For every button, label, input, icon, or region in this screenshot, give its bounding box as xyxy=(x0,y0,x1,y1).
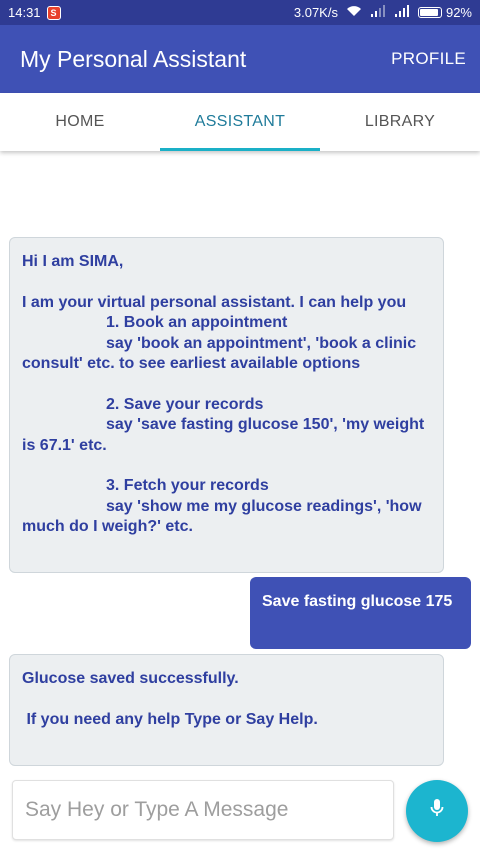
reply-line-1: Glucose saved successfully. xyxy=(22,670,239,687)
greeting-text: Hi I am SIMA, xyxy=(22,253,124,270)
mic-button[interactable] xyxy=(406,780,468,842)
option-3-line-2: much do I weigh?' etc. xyxy=(22,518,193,536)
option-1-line-1: say 'book an appointment', 'book a clini… xyxy=(106,334,417,352)
battery-fill xyxy=(419,9,439,16)
battery-icon xyxy=(417,7,442,18)
notification-app-icon: S xyxy=(46,5,61,20)
composer xyxy=(0,778,480,853)
battery-indicator: 92% xyxy=(417,5,472,20)
tab-bar: HOME ASSISTANT LIBRARY xyxy=(0,93,480,151)
option-2-title: 2. Save your records xyxy=(106,395,264,413)
intro-text: I am your virtual personal assistant. I … xyxy=(22,293,407,311)
assistant-reply-message: Glucose saved successfully. If you need … xyxy=(9,654,444,766)
option-1-title: 1. Book an appointment xyxy=(106,314,288,332)
option-2-line-1: say 'save fasting glucose 150', 'my weig… xyxy=(106,416,425,434)
mic-icon xyxy=(429,798,445,825)
tab-assistant-label: ASSISTANT xyxy=(194,113,286,130)
tab-home[interactable]: HOME xyxy=(0,93,160,151)
signal-icon-2 xyxy=(394,5,410,20)
assistant-welcome-message: Hi I am SIMA, I am your virtual personal… xyxy=(9,237,444,573)
option-3-title: 3. Fetch your records xyxy=(106,477,269,495)
status-left: 14:31 S xyxy=(8,5,61,20)
tab-assistant[interactable]: ASSISTANT xyxy=(160,93,320,151)
signal-icon xyxy=(370,5,386,20)
chat-area[interactable]: Hi I am SIMA, I am your virtual personal… xyxy=(0,151,480,771)
app-title: My Personal Assistant xyxy=(20,45,247,72)
app-bar: My Personal Assistant PROFILE xyxy=(0,25,480,93)
reply-line-2: If you need any help Type or Say Help. xyxy=(22,710,318,728)
option-3-line-1: say 'show me my glucose readings', 'how xyxy=(106,497,422,515)
wifi-icon xyxy=(346,5,362,20)
battery-percent: 92% xyxy=(445,5,472,20)
network-speed: 3.07K/s xyxy=(293,5,338,20)
profile-button[interactable]: PROFILE xyxy=(391,49,466,69)
status-right: 3.07K/s 92% xyxy=(294,5,472,20)
user-message: Save fasting glucose 175 xyxy=(250,577,471,649)
option-1-line-2: consult' etc. to see earliest available … xyxy=(22,355,361,373)
status-bar: 14:31 S 3.07K/s 92% xyxy=(0,0,480,25)
user-message-text: Save fasting glucose 175 xyxy=(262,593,453,610)
tab-home-label: HOME xyxy=(55,113,105,130)
option-2-line-2: is 67.1' etc. xyxy=(22,436,107,454)
tab-library-label: LIBRARY xyxy=(364,113,436,130)
status-time: 14:31 xyxy=(8,5,41,20)
message-input[interactable] xyxy=(12,780,394,840)
tab-library[interactable]: LIBRARY xyxy=(320,93,480,151)
